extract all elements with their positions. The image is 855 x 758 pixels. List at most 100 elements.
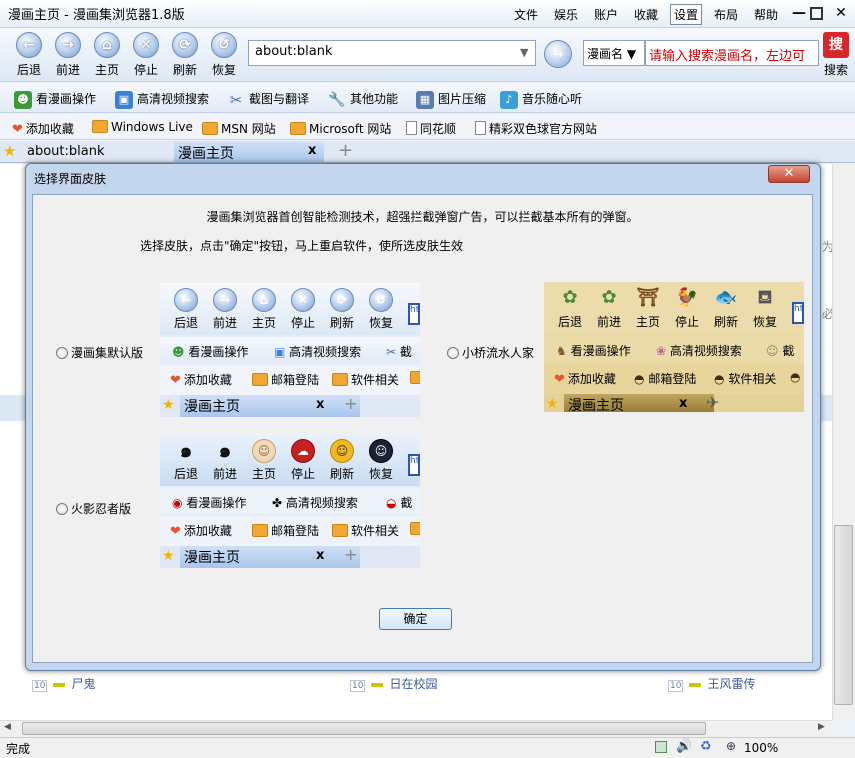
- preview-label: 恢复: [368, 467, 393, 481]
- wrench-icon: 🔧: [328, 91, 346, 108]
- maximize-icon[interactable]: [810, 7, 823, 20]
- close-icon: x: [316, 397, 325, 412]
- scissors-icon: ✂: [386, 345, 397, 359]
- page-status-icon[interactable]: [655, 741, 667, 753]
- preview-refresh: 🐟 刷新: [708, 287, 744, 330]
- preview-forward: → 前进: [207, 288, 243, 331]
- tool-other-functions[interactable]: 🔧 其他功能: [328, 90, 398, 109]
- fav-microsoft[interactable]: Microsoft 网站: [290, 120, 391, 137]
- restore-icon: ↺: [369, 288, 393, 312]
- radio-default[interactable]: [56, 347, 68, 359]
- list-item[interactable]: 10 王风雷传: [668, 675, 755, 692]
- list-item[interactable]: 10 日在校园: [350, 675, 437, 692]
- preview-label: 后退: [557, 315, 582, 329]
- search-input[interactable]: 请输入搜索漫画名，左边可: [645, 40, 819, 66]
- recycle-icon[interactable]: ♻: [700, 739, 712, 754]
- pavilion-icon: ⛩: [636, 287, 660, 308]
- tool-comic-operations[interactable]: ☻ 看漫画操作: [14, 90, 96, 109]
- radio-bridge[interactable]: [447, 347, 459, 359]
- skin-preview-naruto[interactable]: ๑ 后退 ๑ 前进 ☺ 主页 ☁ 停止 ☺ 刷新 ☺ 恢复 ht ◉ 看漫画操作 ✤ 高清视…: [160, 434, 420, 568]
- fav-msn[interactable]: MSN 网站: [202, 120, 276, 137]
- fav-label: 添加收藏: [25, 122, 74, 136]
- list-item[interactable]: 10 尸鬼: [32, 675, 95, 692]
- preview-label: 刷新: [329, 467, 354, 481]
- go-button[interactable]: →: [544, 40, 572, 68]
- folder-icon: [252, 524, 268, 537]
- skin-option-bridge[interactable]: 小桥流水人家: [447, 344, 534, 361]
- new-tab-button[interactable]: +: [338, 140, 353, 161]
- stop-button[interactable]: ✕ 停止: [127, 32, 165, 80]
- preview-fav: 邮箱登陆: [252, 522, 319, 539]
- tool-image-compress[interactable]: ▦ 图片压缩: [416, 90, 486, 109]
- preview-tool: ✂ 截: [386, 345, 412, 359]
- skin-option-default[interactable]: 漫画集默认版: [56, 344, 143, 361]
- tool-screenshot-translate[interactable]: ✂ 截图与翻译: [227, 90, 309, 109]
- ok-button[interactable]: 确定: [379, 608, 452, 630]
- preview-address: ht: [408, 303, 420, 325]
- comic-name: 尸鬼: [71, 677, 96, 691]
- vertical-scroll-thumb[interactable]: [834, 525, 853, 705]
- fav-windows-live[interactable]: Windows Live: [92, 120, 193, 134]
- dash-icon: [371, 682, 384, 687]
- menu-file[interactable]: 文件: [512, 6, 540, 23]
- tab-about-blank[interactable]: about:blank: [22, 142, 172, 163]
- fav-add[interactable]: ❤ 添加收藏: [12, 120, 74, 137]
- home-button[interactable]: ⌂ 主页: [88, 32, 126, 80]
- address-input[interactable]: about:blank: [248, 40, 536, 66]
- scroll-right-icon[interactable]: ▶: [818, 722, 825, 732]
- fav-label: 精彩双色球官方网站: [489, 122, 598, 136]
- preview-label: 前进: [596, 315, 621, 329]
- close-icon[interactable]: ✕: [832, 4, 850, 22]
- radio-naruto[interactable]: [56, 503, 68, 515]
- skin-label: 漫画集默认版: [71, 346, 144, 360]
- speaker-icon[interactable]: 🔊: [676, 739, 692, 754]
- plus-icon: +: [344, 394, 358, 413]
- menu-help[interactable]: 帮助: [752, 6, 780, 23]
- scroll-left-icon[interactable]: ◀: [4, 722, 11, 732]
- leaf-swirl-icon: ๑: [179, 438, 193, 462]
- preview-label: 前进: [212, 316, 237, 330]
- refresh-button[interactable]: ⟳ 刷新: [166, 32, 204, 80]
- minimize-icon[interactable]: —: [790, 4, 808, 22]
- fav-lottery[interactable]: 精彩双色球官方网站: [475, 120, 597, 137]
- tool-hd-video-search[interactable]: ▣ 高清视频搜索: [115, 90, 209, 109]
- star-icon[interactable]: ★: [3, 142, 16, 160]
- fish-icon: 🐟: [714, 287, 738, 308]
- menu-entertainment[interactable]: 娱乐: [552, 6, 580, 23]
- folder-icon: [410, 522, 420, 535]
- preview-fav: 邮箱登陆: [252, 371, 319, 388]
- preview-tool: ◒ 截: [386, 496, 413, 510]
- menu-account[interactable]: 账户: [592, 6, 620, 23]
- tab-comic-home[interactable]: 漫画主页: [174, 142, 324, 163]
- search-engine-select[interactable]: 漫画名 ▼: [583, 40, 645, 66]
- chevron-down-icon[interactable]: ▼: [520, 46, 528, 59]
- flower-icon: ❀: [656, 344, 667, 358]
- tab-close-icon[interactable]: x: [308, 143, 316, 158]
- dialog-close-button[interactable]: ✕: [768, 165, 810, 183]
- folder-icon: [332, 373, 348, 386]
- search-button[interactable]: 搜 搜索: [822, 32, 850, 78]
- bowl-icon: ◓: [790, 370, 801, 384]
- skin-preview-bridge[interactable]: ✿ 后退 ✿ 前进 ⛩ 主页 🐓 停止 🐟 刷新 ⛾ 恢复 ht ♞ 看漫画操作 ❀ 高清视…: [544, 282, 804, 412]
- fav-tonghuashun[interactable]: 同花顺: [406, 120, 456, 137]
- preview-fav: ◓: [790, 370, 800, 384]
- tool-music[interactable]: ♪ 音乐随心听: [500, 90, 582, 109]
- tv-icon: ▣: [274, 345, 286, 359]
- horizontal-scroll-thumb[interactable]: [22, 722, 706, 735]
- skin-option-naruto[interactable]: 火影忍者版: [56, 500, 131, 517]
- preview-label: 停止: [290, 467, 315, 481]
- zoom-level[interactable]: 100%: [744, 741, 778, 755]
- preview-fav: ◓ 软件相关: [714, 372, 777, 386]
- zoom-icon[interactable]: ⊕: [726, 739, 736, 753]
- restore-button[interactable]: ↺ 恢复: [205, 32, 243, 80]
- tool-label: 音乐随心听: [522, 92, 583, 106]
- preview-fav: ◓ 邮箱登陆: [634, 372, 697, 386]
- skin-preview-default[interactable]: ← 后退 → 前进 ⌂ 主页 ✕ 停止 ⟳ 刷新 ↺ 恢复 ht ☻ 看漫画操作 ▣ 高清视…: [160, 283, 420, 417]
- menu-settings[interactable]: 设置: [670, 4, 703, 25]
- menu-favorites[interactable]: 收藏: [632, 6, 660, 23]
- preview-tool: ☺ 截: [766, 344, 795, 358]
- menu-layout[interactable]: 布局: [712, 6, 740, 23]
- forward-button[interactable]: → 前进: [49, 32, 87, 80]
- back-button[interactable]: ← 后退: [10, 32, 48, 80]
- preview-label: 恢复: [752, 315, 777, 329]
